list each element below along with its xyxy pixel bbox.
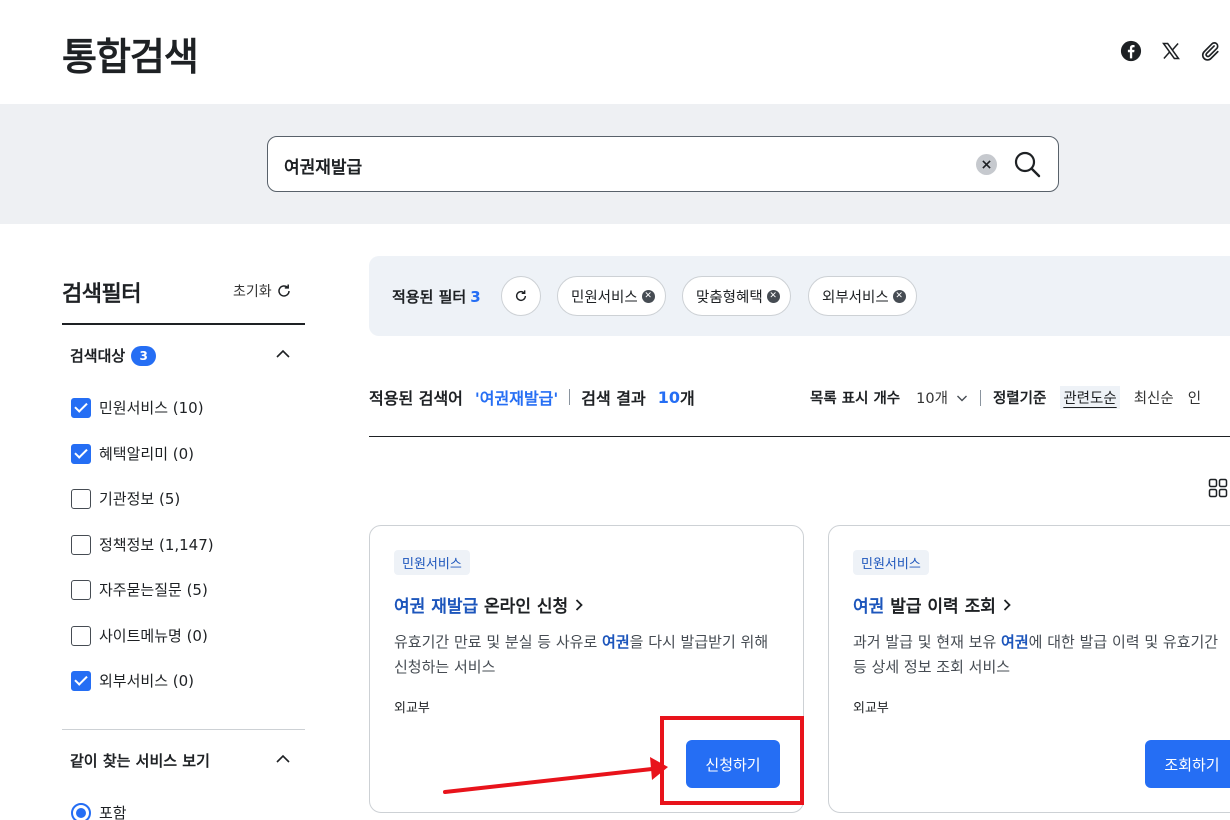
- applied-filter-text: 적용된 필터: [392, 288, 467, 306]
- inquiry-button[interactable]: 조회하기: [1145, 740, 1230, 788]
- remove-chip-icon[interactable]: ✕: [766, 289, 780, 303]
- remove-chip-icon[interactable]: ✕: [892, 289, 906, 303]
- target-option[interactable]: 기관정보 (5): [71, 488, 180, 509]
- checkbox[interactable]: [71, 488, 91, 509]
- target-option[interactable]: 외부서비스 (0): [71, 670, 194, 691]
- target-option-label: 민원서비스 (10): [99, 399, 204, 417]
- result-count: 10: [657, 387, 681, 407]
- checkbox[interactable]: [71, 579, 91, 600]
- applied-filter-bar: 적용된 필터 3 민원서비스 ✕ 맞춤형혜택 ✕ 외부서비스 ✕: [369, 256, 1230, 336]
- target-option[interactable]: 사이트메뉴명 (0): [71, 625, 208, 646]
- filter-reset-label: 초기화: [233, 284, 272, 300]
- checkbox-checked[interactable]: [71, 397, 91, 418]
- filter-title: 검색필터: [62, 282, 141, 307]
- checkbox[interactable]: [71, 625, 91, 646]
- card-title-text: 온라인 신청: [478, 597, 569, 617]
- chevron-down-icon: [956, 395, 967, 401]
- include-radio[interactable]: 포함: [71, 802, 127, 820]
- sort-label: 정렬기준: [992, 391, 1047, 407]
- sort-popular[interactable]: 인: [1188, 387, 1201, 408]
- card-title-highlight: 여권 재발급: [394, 597, 479, 617]
- target-option-label: 기관정보 (5): [99, 490, 181, 508]
- target-option[interactable]: 혜택알리미 (0): [71, 443, 194, 464]
- card-category-tag: 민원서비스: [853, 550, 929, 575]
- filter-chip-label: 외부서비스: [822, 289, 889, 306]
- radio-selected[interactable]: [71, 802, 91, 820]
- filter-chip-label: 맞춤형혜택: [696, 289, 763, 306]
- checkbox-checked[interactable]: [71, 670, 91, 691]
- search-icon[interactable]: [1012, 149, 1042, 179]
- card-organization: 외교부: [394, 701, 430, 716]
- apply-button[interactable]: 신청하기: [686, 740, 780, 788]
- card-description: 과거 발급 및 현재 보유 여권에 대한 발급 이력 및 유효기간 등 상세 정…: [853, 633, 1219, 676]
- card-category-tag: 민원서비스: [394, 550, 470, 575]
- sort-relevance[interactable]: 관련도순: [1060, 386, 1120, 409]
- chevron-right-icon: [1003, 598, 1011, 611]
- list-options: 목록 표시 개수 10개 정렬기준 관련도순 최신순 인: [810, 386, 1201, 409]
- page-title: 통합검색: [62, 35, 199, 79]
- target-option-label: 정책정보 (1,147): [99, 536, 214, 554]
- results-divider: [369, 436, 1230, 437]
- list-count-label: 목록 표시 개수: [810, 391, 901, 407]
- x-icon[interactable]: [1158, 38, 1184, 64]
- target-section-header[interactable]: 검색대상 3: [70, 345, 157, 366]
- facebook-icon[interactable]: [1118, 38, 1144, 64]
- link-icon[interactable]: [1197, 38, 1223, 64]
- chevron-up-icon[interactable]: [274, 750, 292, 768]
- target-option-label: 자주묻는질문 (5): [99, 581, 208, 599]
- card-organization: 외교부: [853, 701, 889, 716]
- checkbox-checked[interactable]: [71, 443, 91, 464]
- filter-chip[interactable]: 민원서비스 ✕: [557, 276, 666, 316]
- card-title-highlight: 여권: [853, 597, 885, 617]
- result-card[interactable]: 민원서비스 여권 재발급 온라인 신청 유효기간 만료 및 분실 등 사유로 여…: [369, 525, 804, 813]
- keyword-label: 적용된 검색어: [369, 389, 463, 408]
- applied-keyword: '여권재발급': [474, 389, 559, 408]
- applied-filter-label: 적용된 필터 3: [392, 286, 481, 307]
- target-option-label: 외부서비스 (0): [99, 672, 195, 690]
- applied-reset-button[interactable]: [501, 276, 541, 316]
- card-title-link[interactable]: 여권 발급 이력 조회: [853, 592, 1014, 617]
- summary-separator: [569, 389, 571, 405]
- options-separator: [979, 389, 981, 406]
- filter-chip-label: 민원서비스: [571, 289, 638, 306]
- list-count-value: 10개: [916, 391, 948, 407]
- target-option[interactable]: 정책정보 (1,147): [71, 534, 214, 555]
- refresh-icon: [277, 284, 290, 297]
- search-input[interactable]: 여권재발급: [267, 136, 1059, 192]
- related-section-label: 같이 찾는 서비스 보기: [70, 752, 210, 770]
- related-section-header[interactable]: 같이 찾는 서비스 보기: [70, 750, 210, 771]
- include-radio-label: 포함: [99, 804, 127, 820]
- refresh-icon: [515, 290, 527, 302]
- filter-divider-strong: [62, 323, 305, 325]
- grid-view-icon[interactable]: [1208, 478, 1228, 498]
- chevron-up-icon[interactable]: [274, 345, 292, 363]
- result-summary: 적용된 검색어 '여권재발급' 검색 결과 10 개: [369, 385, 695, 409]
- applied-filter-count: 3: [470, 288, 481, 306]
- card-title-text: 발급 이력 조회: [884, 597, 996, 617]
- card-description: 유효기간 만료 및 분실 등 사유로 여권을 다시 발급받기 위해 신청하는 서…: [394, 633, 769, 676]
- filter-chip[interactable]: 맞춤형혜택 ✕: [682, 276, 791, 316]
- target-section-label: 검색대상: [70, 347, 126, 365]
- target-option-label: 혜택알리미 (0): [99, 445, 195, 463]
- chevron-right-icon: [576, 598, 583, 611]
- result-count-label: 검색 결과: [581, 389, 646, 408]
- filter-reset-button[interactable]: 초기화: [233, 281, 292, 301]
- target-option[interactable]: 자주묻는질문 (5): [71, 579, 208, 600]
- remove-chip-icon[interactable]: ✕: [641, 289, 655, 303]
- result-card[interactable]: 민원서비스 여권 발급 이력 조회 과거 발급 및 현재 보유 여권에 대한 발…: [828, 525, 1230, 813]
- target-option[interactable]: 민원서비스 (10): [71, 397, 204, 418]
- target-count-badge: 3: [131, 345, 157, 366]
- filter-chip[interactable]: 외부서비스 ✕: [808, 276, 917, 316]
- card-title-link[interactable]: 여권 재발급 온라인 신청: [394, 592, 586, 617]
- result-count-unit: 개: [680, 389, 695, 408]
- list-count-select[interactable]: 10개: [916, 387, 968, 408]
- clear-search-icon[interactable]: [976, 154, 997, 175]
- checkbox[interactable]: [71, 534, 91, 555]
- filter-divider: [62, 729, 305, 730]
- search-input-value[interactable]: 여권재발급: [284, 153, 362, 178]
- target-option-label: 사이트메뉴명 (0): [99, 627, 208, 645]
- sort-latest[interactable]: 최신순: [1134, 387, 1174, 408]
